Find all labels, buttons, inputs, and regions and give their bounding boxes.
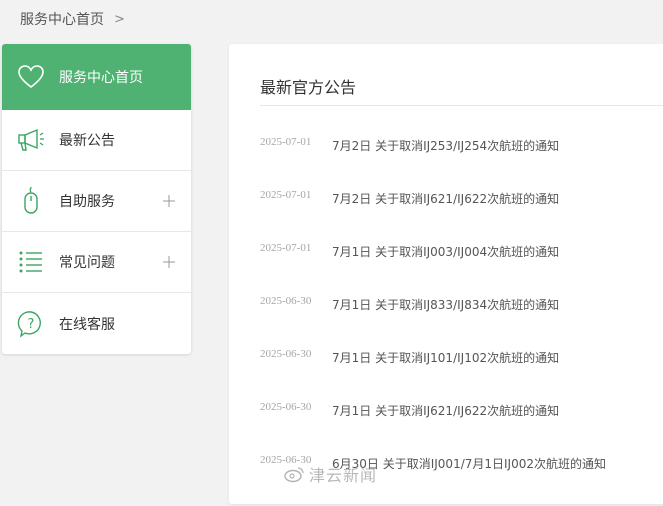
notice-date: 2025-06-30 — [260, 348, 312, 360]
watermark: 津云新闻 — [283, 462, 377, 486]
sidebar-item-online-service[interactable]: ? 在线客服 — [2, 293, 191, 354]
list-item[interactable]: 2025-07-01 7月1日 关于取消IJ003/IJ004次航班的通知 — [260, 241, 663, 294]
megaphone-icon — [16, 125, 46, 155]
plus-icon[interactable] — [162, 194, 176, 208]
notice-title[interactable]: 7月1日 关于取消IJ101/IJ102次航班的通知 — [332, 349, 559, 366]
divider — [260, 105, 663, 106]
page-title: 最新官方公告 — [260, 78, 357, 97]
main-panel: 最新官方公告 2025-07-01 7月2日 关于取消IJ253/IJ254次航… — [229, 44, 663, 504]
list-item[interactable]: 2025-06-30 7月1日 关于取消IJ833/IJ834次航班的通知 — [260, 294, 663, 347]
breadcrumb-home[interactable]: 服务中心首页 — [20, 9, 104, 29]
question-chat-icon: ? — [16, 309, 46, 339]
sidebar: 服务中心首页 最新公告 自助服务 常见问题 ? 在线客服 — [2, 44, 191, 354]
notice-date: 2025-07-01 — [260, 189, 312, 201]
list-item[interactable]: 2025-07-01 7月2日 关于取消IJ253/IJ254次航班的通知 — [260, 135, 663, 188]
sidebar-item-home[interactable]: 服务中心首页 — [2, 44, 191, 110]
svg-text:?: ? — [28, 317, 35, 332]
list-icon — [16, 247, 46, 277]
list-item[interactable]: 2025-06-30 7月1日 关于取消IJ621/IJ622次航班的通知 — [260, 400, 663, 453]
sidebar-item-label: 服务中心首页 — [59, 70, 143, 86]
watermark-text: 津云新闻 — [309, 466, 378, 485]
heart-icon — [16, 62, 46, 92]
notice-date: 2025-07-01 — [260, 242, 312, 254]
weibo-logo-icon — [284, 467, 304, 483]
plus-icon[interactable] — [162, 255, 176, 269]
sidebar-item-faq[interactable]: 常见问题 — [2, 232, 191, 293]
notice-title[interactable]: 7月2日 关于取消IJ621/IJ622次航班的通知 — [332, 190, 559, 207]
notice-title[interactable]: 7月2日 关于取消IJ253/IJ254次航班的通知 — [332, 137, 559, 154]
sidebar-item-self-service[interactable]: 自助服务 — [2, 171, 191, 232]
sidebar-item-label: 自助服务 — [59, 194, 115, 210]
list-item[interactable]: 2025-06-30 7月1日 关于取消IJ101/IJ102次航班的通知 — [260, 347, 663, 400]
sidebar-item-label: 最新公告 — [59, 133, 115, 149]
notice-title[interactable]: 7月1日 关于取消IJ621/IJ622次航班的通知 — [332, 402, 559, 419]
breadcrumb: 服务中心首页 > — [20, 9, 125, 29]
sidebar-item-label: 在线客服 — [59, 316, 115, 333]
sidebar-item-label: 常见问题 — [59, 255, 115, 271]
breadcrumb-separator: > — [114, 11, 125, 27]
notice-date: 2025-06-30 — [260, 295, 312, 307]
sidebar-item-announcements[interactable]: 最新公告 — [2, 110, 191, 171]
list-item[interactable]: 2025-07-01 7月2日 关于取消IJ621/IJ622次航班的通知 — [260, 188, 663, 241]
notice-title[interactable]: 7月1日 关于取消IJ833/IJ834次航班的通知 — [332, 296, 559, 313]
notice-date: 2025-07-01 — [260, 136, 312, 148]
mouse-icon — [16, 186, 46, 216]
notice-title[interactable]: 7月1日 关于取消IJ003/IJ004次航班的通知 — [332, 243, 559, 260]
notice-list: 2025-07-01 7月2日 关于取消IJ253/IJ254次航班的通知 20… — [260, 135, 663, 506]
notice-date: 2025-06-30 — [260, 401, 312, 413]
